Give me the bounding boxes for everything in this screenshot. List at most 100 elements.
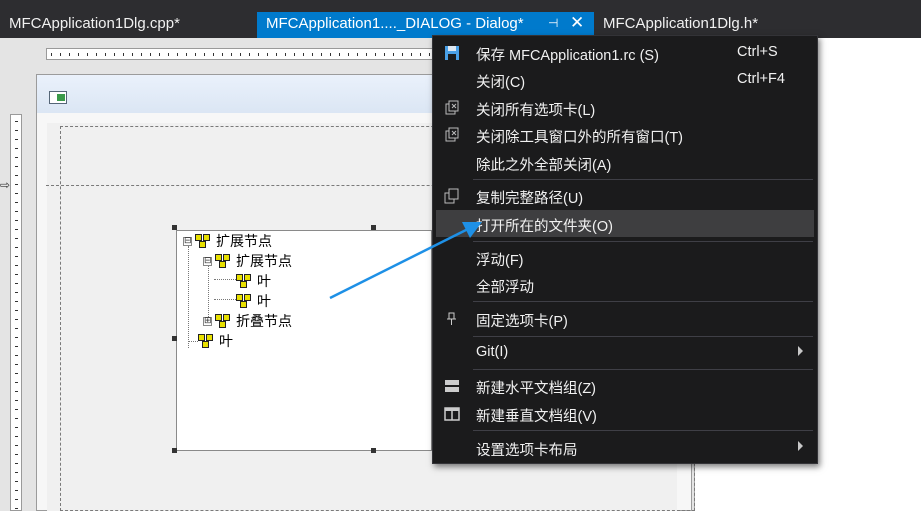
tree-control[interactable]: ⊟ 扩展节点 ⊟ 扩展节点 叶 叶 ⊞ 折叠节点 叶: [176, 230, 432, 451]
ruler-tick: [15, 148, 18, 149]
ruler-tick: [15, 418, 18, 419]
ruler-tick: [15, 256, 18, 257]
ruler-tick: [15, 193, 18, 194]
ruler-tick: [15, 175, 18, 176]
menu-item-save[interactable]: 保存 MFCApplication1.rc (S) Ctrl+S: [436, 39, 814, 66]
ruler-tick: [348, 53, 349, 56]
ruler-tick: [15, 166, 18, 167]
ruler-tick: [384, 53, 385, 56]
node-icon: [198, 333, 214, 349]
menu-item-shortcut: Ctrl+F4: [737, 71, 785, 87]
ruler-tick: [15, 121, 18, 122]
ruler-tick: [15, 382, 18, 383]
ruler-tick: [15, 436, 18, 437]
resize-handle[interactable]: [172, 336, 177, 341]
expand-icon[interactable]: ⊞: [203, 316, 212, 326]
node-icon: [195, 233, 211, 249]
ruler-tick: [15, 139, 18, 140]
ruler-tick: [15, 346, 18, 347]
ruler-tick: [339, 53, 340, 56]
menu-item-float[interactable]: 浮动(F): [436, 244, 814, 271]
close-icon[interactable]: ✕: [570, 13, 584, 33]
menu-item-new-horizontal-group[interactable]: 新建水平文档组(Z): [436, 372, 814, 399]
collapse-icon[interactable]: ⊟: [203, 256, 212, 266]
ruler-tick: [15, 265, 18, 266]
menu-separator: [473, 336, 813, 337]
save-icon: [445, 46, 459, 60]
ruler-tick: [15, 463, 18, 464]
ruler-tick: [366, 53, 367, 56]
resize-handle[interactable]: [371, 448, 376, 453]
tree-leaf[interactable]: 叶: [198, 332, 233, 350]
menu-item-pin-tab[interactable]: 固定选项卡(P): [436, 305, 814, 332]
menu-item-label: 设置选项卡布局: [476, 443, 578, 459]
ruler-tick: [78, 53, 79, 56]
ruler-tick: [141, 53, 142, 56]
menu-item-label: 保存 MFCApplication1.rc (S): [476, 48, 659, 64]
tree-line: [214, 299, 236, 300]
ruler-tick: [231, 53, 232, 56]
menu-separator: [473, 301, 813, 302]
menu-item-close-all-tabs[interactable]: 关闭所有选项卡(L): [436, 94, 814, 121]
submenu-arrow-icon: [798, 441, 803, 451]
menu-item-new-vertical-group[interactable]: 新建垂直文档组(V): [436, 400, 814, 427]
ruler-tick: [15, 211, 18, 212]
horizontal-group-icon: [445, 380, 459, 392]
ruler-tick: [15, 292, 18, 293]
menu-item-open-containing-folder[interactable]: 打开所在的文件夹(O): [436, 210, 814, 237]
tab-mfcapplication1dlg-cpp[interactable]: MFCApplication1Dlg.cpp*: [0, 12, 257, 38]
menu-item-copy-full-path[interactable]: 复制完整路径(U): [436, 182, 814, 209]
ruler-tick: [159, 53, 160, 56]
menu-item-label: 关闭除工具窗口外的所有窗口(T): [476, 130, 684, 146]
tree-leaf[interactable]: 叶: [236, 272, 271, 290]
ruler-tick: [168, 53, 169, 56]
menu-separator: [473, 179, 813, 180]
menu-item-shortcut: Ctrl+S: [737, 44, 778, 60]
ruler-tick: [15, 337, 18, 338]
guide-marker-icon[interactable]: ⇨: [0, 178, 10, 192]
resize-handle[interactable]: [172, 225, 177, 230]
document-tab-strip: MFCApplication1Dlg.cpp* MFCApplication1.…: [0, 0, 921, 38]
ruler-tick: [195, 53, 196, 56]
menu-item-float-all[interactable]: 全部浮动: [436, 271, 814, 298]
menu-item-label: 新建垂直文档组(V): [476, 409, 597, 425]
resize-handle[interactable]: [172, 448, 177, 453]
ruler-tick: [177, 53, 178, 56]
ruler-tick: [60, 53, 61, 56]
dialog-app-icon: [49, 91, 67, 104]
tree-node-label: 叶: [257, 274, 271, 290]
ruler-tick: [303, 53, 304, 56]
menu-item-set-tab-layout[interactable]: 设置选项卡布局: [436, 434, 814, 461]
ruler-tick: [285, 53, 286, 56]
ruler-tick: [150, 53, 151, 56]
menu-separator: [473, 430, 813, 431]
tree-node[interactable]: ⊟ 扩展节点: [183, 232, 272, 250]
ruler-tick: [357, 53, 358, 56]
menu-item-label: 固定选项卡(P): [476, 314, 568, 330]
node-icon: [236, 273, 252, 289]
copy-path-icon: [444, 188, 459, 204]
ruler-tick: [15, 499, 18, 500]
tree-node[interactable]: ⊟ 扩展节点: [203, 252, 292, 270]
tree-node-label: 扩展节点: [236, 254, 292, 270]
collapse-icon[interactable]: ⊟: [183, 236, 192, 246]
pin-icon[interactable]: ⊣: [548, 16, 558, 30]
resize-handle[interactable]: [371, 225, 376, 230]
vertical-ruler: [10, 114, 22, 511]
ruler-tick: [15, 310, 18, 311]
menu-item-git[interactable]: Git(I): [436, 339, 814, 366]
ruler-tick: [51, 53, 52, 56]
ruler-tick: [15, 364, 18, 365]
menu-item-close[interactable]: 关闭(C) Ctrl+F4: [436, 66, 814, 93]
tree-leaf[interactable]: 叶: [236, 292, 271, 310]
ruler-tick: [15, 373, 18, 374]
ruler-tick: [249, 53, 250, 56]
ruler-tick: [375, 53, 376, 56]
menu-item-close-all-windows[interactable]: 关闭除工具窗口外的所有窗口(T): [436, 121, 814, 148]
tree-node[interactable]: ⊞ 折叠节点: [203, 312, 292, 330]
tree-line: [188, 341, 198, 342]
tab-label: MFCApplication1Dlg.h*: [603, 15, 759, 32]
menu-item-close-others[interactable]: 除此之外全部关闭(A): [436, 149, 814, 176]
ruler-tick: [276, 53, 277, 56]
ruler-tick: [213, 53, 214, 56]
